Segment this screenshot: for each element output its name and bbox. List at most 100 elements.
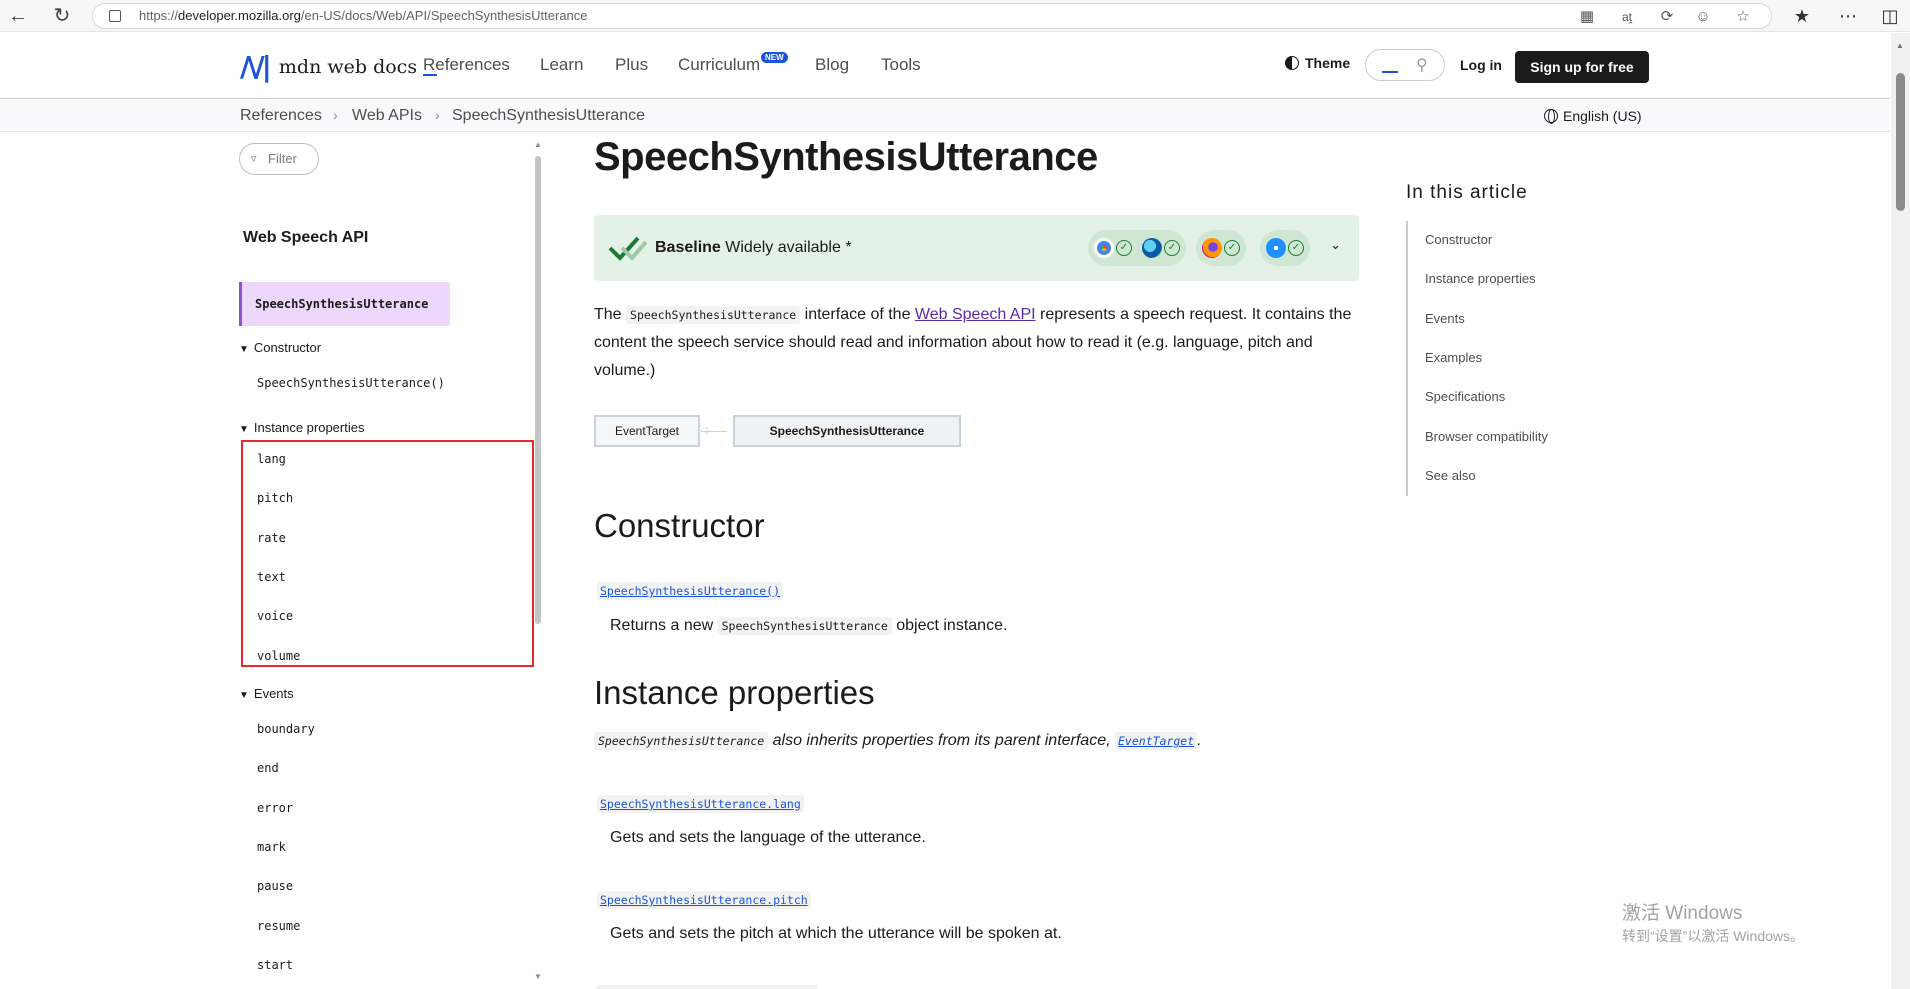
site-header: /\/| mdn web docs References Learn Plus …: [0, 33, 1890, 99]
property-desc-lang: Gets and sets the language of the uttera…: [610, 829, 926, 846]
scroll-up-icon[interactable]: ▲: [1896, 41, 1904, 50]
reload-icon[interactable]: ↻: [50, 4, 74, 28]
property-term-pitch[interactable]: SpeechSynthesisUtterance.pitch: [597, 891, 811, 909]
windows-watermark-subtitle: 转到“设置”以激活 Windows。: [1622, 928, 1805, 944]
mdn-logo[interactable]: /\/| mdn web docs: [240, 53, 438, 81]
sidebar-scrollbar[interactable]: ▲ ▼: [534, 140, 542, 983]
toc-item-browser-compatibility[interactable]: Browser compatibility: [1425, 429, 1548, 444]
toc-item-examples[interactable]: Examples: [1425, 350, 1482, 365]
baseline-check-icon: [608, 236, 648, 261]
login-link[interactable]: Log in: [1460, 57, 1502, 73]
chevron-right-icon: ›: [333, 107, 338, 123]
translate-icon[interactable]: aṱ: [1617, 7, 1637, 27]
lock-icon[interactable]: [109, 10, 121, 22]
sidebar: ▿ Filter Web Speech API SpeechSynthesisU…: [235, 133, 545, 989]
toc-item-instance-properties[interactable]: Instance properties: [1425, 271, 1536, 286]
sidebar-item-start[interactable]: start: [257, 958, 293, 972]
more-menu-icon[interactable]: ⋯: [1836, 4, 1860, 28]
address-url: https://developer.mozilla.org/en-US/docs…: [139, 8, 588, 23]
inline-code: SpeechSynthesisUtterance: [626, 306, 801, 324]
browser-support-chrome-edge[interactable]: ✓ ✓: [1088, 230, 1186, 266]
inherit-note: SpeechSynthesisUtterance also inherits p…: [594, 732, 1202, 750]
toc-item-specifications[interactable]: Specifications: [1425, 389, 1505, 404]
constructor-heading: Constructor: [594, 507, 765, 544]
web-speech-api-link[interactable]: Web Speech API: [915, 306, 1036, 323]
app-available-icon[interactable]: ▦: [1577, 7, 1597, 27]
nav-references[interactable]: References: [423, 55, 510, 75]
toc-item-constructor[interactable]: Constructor: [1425, 232, 1492, 247]
sidebar-section-instance-properties[interactable]: ▼ Instance properties: [239, 420, 364, 435]
breadcrumb: References › Web APIs › SpeechSynthesisU…: [0, 100, 1890, 132]
browser-support-firefox[interactable]: ✓: [1196, 230, 1246, 266]
breadcrumb-current[interactable]: SpeechSynthesisUtterance: [452, 107, 645, 125]
sidebar-section-events[interactable]: ▼ Events: [239, 686, 294, 701]
nav-learn[interactable]: Learn: [540, 55, 583, 75]
disclosure-triangle-icon: ▼: [239, 344, 249, 355]
filter-input[interactable]: ▿ Filter: [239, 143, 319, 175]
search-caret: [1382, 71, 1398, 73]
highlight-box: [241, 440, 534, 667]
address-bar[interactable]: https://developer.mozilla.org/en-US/docs…: [92, 3, 1772, 29]
filter-placeholder: Filter: [268, 151, 297, 166]
nav-tools[interactable]: Tools: [881, 55, 921, 75]
signup-button[interactable]: Sign up for free: [1515, 51, 1649, 83]
nav-curriculum[interactable]: Curriculum: [678, 55, 760, 75]
property-desc-pitch: Gets and sets the pitch at which the utt…: [610, 925, 1062, 942]
theme-icon: [1285, 56, 1299, 70]
constructor-desc: Returns a new SpeechSynthesisUtterance o…: [610, 617, 1008, 635]
sidebar-item-end[interactable]: end: [257, 761, 279, 775]
refresh-circle-icon[interactable]: ⟳: [1657, 7, 1677, 27]
sidebar-toggle-icon[interactable]: ◫: [1878, 4, 1902, 28]
inheritance-parent[interactable]: EventTarget: [594, 415, 700, 447]
favorite-star-icon[interactable]: ☆: [1733, 7, 1753, 27]
nav-blog[interactable]: Blog: [815, 55, 849, 75]
extension-icon[interactable]: ☺: [1693, 7, 1713, 27]
toc-bar: [1406, 221, 1408, 496]
nav-plus[interactable]: Plus: [615, 55, 648, 75]
constructor-term[interactable]: SpeechSynthesisUtterance(): [597, 582, 784, 600]
chrome-icon: [1094, 238, 1114, 258]
sidebar-scroll-thumb[interactable]: [535, 156, 541, 624]
baseline-banner[interactable]: Baseline Widely available * ✓ ✓ ✓ ✓ ⌄: [594, 215, 1359, 281]
language-label: English (US): [1563, 108, 1642, 124]
disclosure-triangle-icon: ▼: [239, 690, 249, 701]
intro-paragraph: The SpeechSynthesisUtterance interface o…: [594, 306, 1352, 379]
property-term-lang[interactable]: SpeechSynthesisUtterance.lang: [597, 795, 804, 813]
back-icon[interactable]: ←: [6, 4, 30, 28]
breadcrumb-references[interactable]: References: [240, 107, 322, 125]
edge-icon: [1142, 238, 1162, 258]
logo-text: mdn web docs: [278, 56, 418, 78]
sidebar-item-active[interactable]: SpeechSynthesisUtterance: [239, 282, 450, 326]
page-scroll-thumb[interactable]: [1896, 73, 1905, 211]
language-switcher[interactable]: English (US): [1544, 108, 1642, 124]
sidebar-item-resume[interactable]: resume: [257, 919, 300, 933]
toc-item-events[interactable]: Events: [1425, 311, 1465, 326]
sidebar-item-constructor[interactable]: SpeechSynthesisUtterance(): [257, 376, 445, 390]
sidebar-item-pause[interactable]: pause: [257, 879, 293, 893]
sidebar-section-constructor[interactable]: ▼ Constructor: [239, 340, 321, 355]
browser-support-safari[interactable]: ✓: [1260, 230, 1310, 266]
page-title: SpeechSynthesisUtterance: [594, 135, 1098, 179]
firefox-icon: [1202, 238, 1222, 258]
sidebar-title[interactable]: Web Speech API: [243, 229, 368, 247]
eventtarget-link[interactable]: EventTarget: [1115, 732, 1198, 750]
theme-label: Theme: [1305, 55, 1351, 71]
browser-toolbar: ← ↻ https://developer.mozilla.org/en-US/…: [0, 0, 1910, 32]
baseline-text: Baseline Widely available *: [655, 239, 852, 256]
sidebar-item-boundary[interactable]: boundary: [257, 722, 315, 736]
check-icon: ✓: [1164, 240, 1180, 256]
sidebar-item-error[interactable]: error: [257, 801, 293, 815]
sidebar-item-mark[interactable]: mark: [257, 840, 286, 854]
favorites-list-icon[interactable]: ★: [1790, 4, 1814, 28]
chevron-down-icon[interactable]: ⌄: [1330, 237, 1341, 253]
search-input[interactable]: ⚲: [1365, 49, 1445, 81]
chevron-right-icon: ›: [435, 107, 440, 123]
new-badge: NEW: [761, 52, 788, 63]
search-icon[interactable]: ⚲: [1416, 55, 1428, 75]
scroll-down-icon[interactable]: ▼: [534, 972, 542, 981]
theme-button[interactable]: Theme: [1285, 55, 1350, 71]
scroll-up-icon[interactable]: ▲: [534, 140, 542, 149]
toc-item-see-also[interactable]: See also: [1425, 468, 1476, 483]
page-scrollbar[interactable]: ▲: [1891, 33, 1910, 989]
breadcrumb-web-apis[interactable]: Web APIs: [352, 107, 422, 125]
